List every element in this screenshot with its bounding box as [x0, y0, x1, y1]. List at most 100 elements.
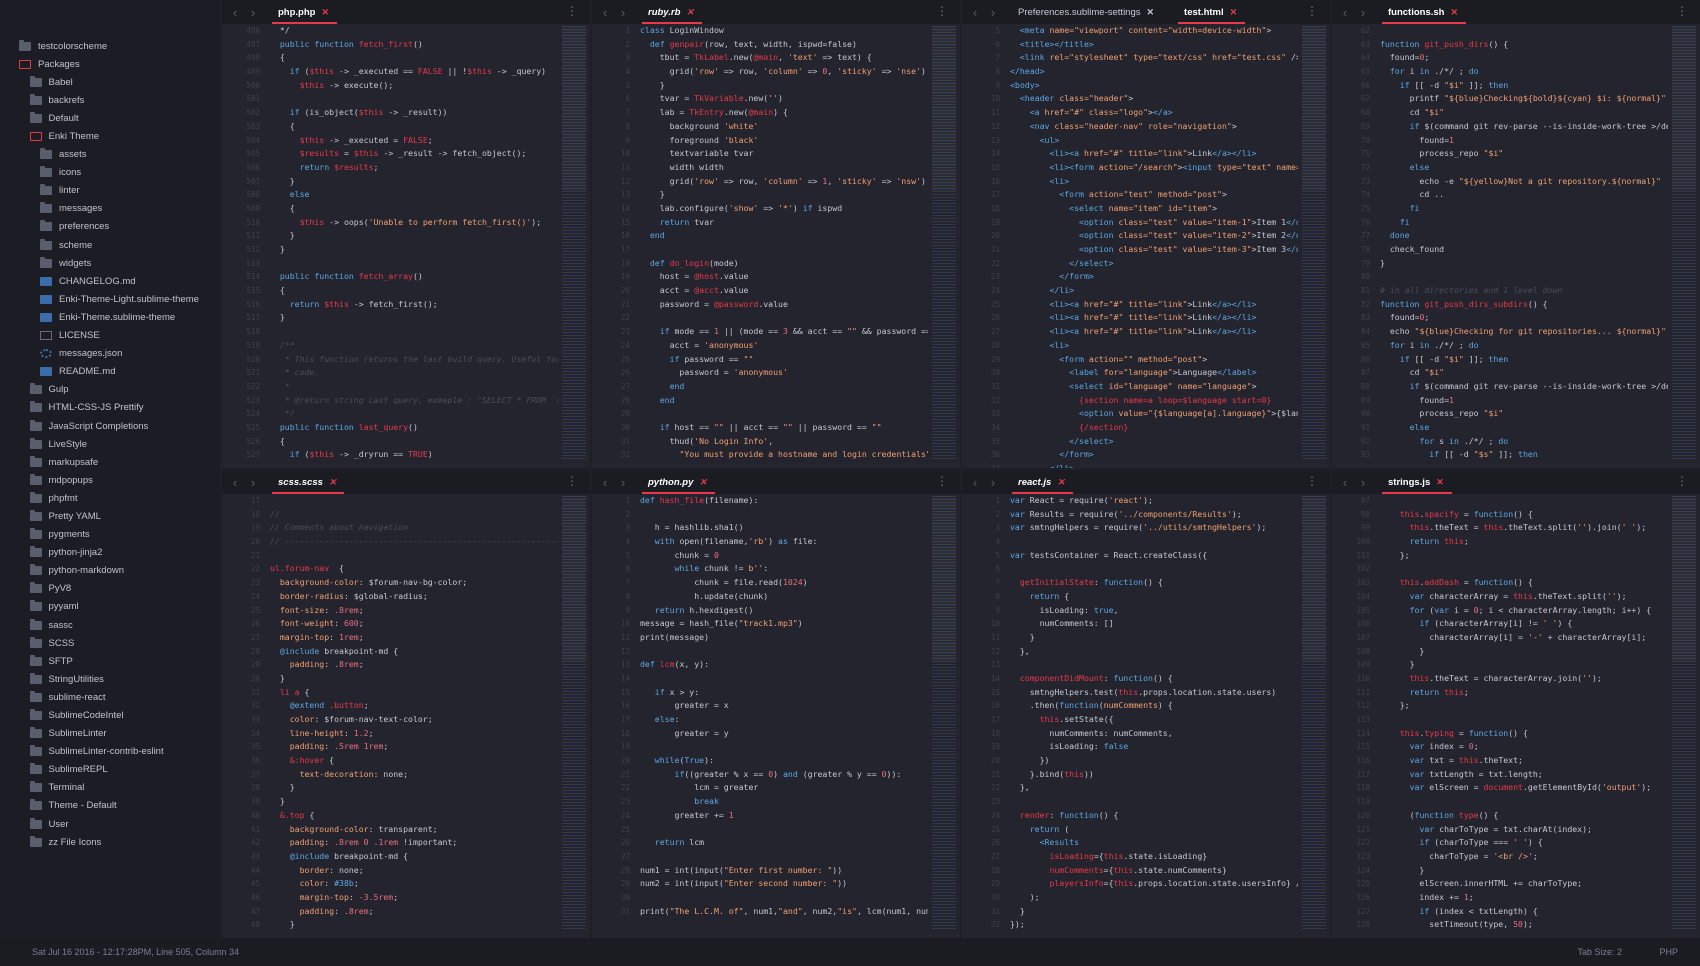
sidebar-item[interactable]: SublimeREPL — [0, 761, 220, 779]
chevron-left-icon[interactable]: ‹ — [966, 475, 984, 490]
code-view[interactable]: */ public function fetch_first() { if ($… — [270, 24, 558, 468]
sidebar-item[interactable]: README.md — [0, 363, 220, 381]
sidebar-item[interactable]: Theme - Default — [0, 797, 220, 815]
sidebar-item[interactable]: SFTP — [0, 652, 220, 670]
sidebar-item[interactable]: StringUtilities — [0, 670, 220, 688]
minimap[interactable] — [1302, 26, 1326, 460]
minimap[interactable] — [932, 496, 956, 930]
sidebar-item[interactable]: LiveStyle — [0, 435, 220, 453]
sidebar-item[interactable]: Gulp — [0, 381, 220, 399]
tab-react-0[interactable]: react.js ✕ — [1002, 470, 1079, 494]
sidebar-item[interactable]: python-jinja2 — [0, 544, 220, 562]
sidebar-item[interactable]: CHANGELOG.md — [0, 272, 220, 290]
sidebar-item[interactable]: preferences — [0, 218, 220, 236]
more-icon[interactable]: ⋮ — [566, 475, 578, 487]
sidebar-item[interactable]: Babel — [0, 73, 220, 91]
chevron-left-icon[interactable]: ‹ — [596, 5, 614, 20]
sidebar-item[interactable]: SublimeCodeIntel — [0, 706, 220, 724]
tab-strings-0[interactable]: strings.js ✕ — [1372, 470, 1458, 494]
chevron-left-icon[interactable]: ‹ — [966, 5, 984, 20]
editor-pane-html[interactable]: ‹ › Preferences.sublime-settings ✕ test.html… — [962, 0, 1330, 468]
sidebar-item[interactable]: Pretty YAML — [0, 507, 220, 525]
more-icon[interactable]: ⋮ — [1676, 5, 1688, 17]
tab-html-0[interactable]: Preferences.sublime-settings ✕ — [1002, 0, 1168, 24]
sidebar-item[interactable]: Enki Theme — [0, 127, 220, 145]
sidebar-item[interactable]: JavaScript Completions — [0, 417, 220, 435]
editor-pane-strings[interactable]: ‹ › strings.js ✕ ⋮ 97 98 99 100 101 102 103 104 105 10… — [1332, 470, 1700, 938]
more-icon[interactable]: ⋮ — [936, 475, 948, 487]
close-icon[interactable]: ✕ — [699, 477, 707, 488]
chevron-left-icon[interactable]: ‹ — [226, 475, 244, 490]
status-syntax[interactable]: PHP — [1659, 947, 1678, 957]
tab-php-0[interactable]: php.php ✕ — [262, 0, 343, 24]
editor-pane-functions[interactable]: ‹ › functions.sh ✕ ⋮ 62 63 64 65 66 67 68 69 70 71 72 73… — [1332, 0, 1700, 468]
sidebar-item[interactable]: SublimeLinter — [0, 725, 220, 743]
code-view[interactable]: <meta name="viewport" content="width=dev… — [1010, 24, 1298, 468]
minimap[interactable] — [562, 496, 586, 930]
more-icon[interactable]: ⋮ — [1306, 5, 1318, 17]
editor-pane-ruby[interactable]: ‹ › ruby.rb ✕ ⋮ 1 2 3 4 5 6 7 8 9 10 11 12 13 14 15 16 17 18 19… — [592, 0, 960, 468]
close-icon[interactable]: ✕ — [686, 7, 694, 18]
sidebar-item[interactable]: LICENSE — [0, 327, 220, 345]
sidebar-item[interactable]: PyV8 — [0, 580, 220, 598]
more-icon[interactable]: ⋮ — [566, 5, 578, 17]
chevron-left-icon[interactable]: ‹ — [596, 475, 614, 490]
sidebar-item[interactable]: pyyaml — [0, 598, 220, 616]
code-view[interactable]: // // Comments about navigation // -------… — [270, 494, 558, 938]
sidebar-item[interactable]: SCSS — [0, 634, 220, 652]
chevron-right-icon[interactable]: › — [984, 5, 1002, 20]
minimap[interactable] — [932, 26, 956, 460]
more-icon[interactable]: ⋮ — [1306, 475, 1318, 487]
sidebar-item[interactable]: linter — [0, 182, 220, 200]
sidebar-item[interactable]: Packages — [0, 55, 220, 73]
close-icon[interactable]: ✕ — [1147, 7, 1155, 18]
chevron-right-icon[interactable]: › — [244, 5, 262, 20]
chevron-right-icon[interactable]: › — [244, 475, 262, 490]
editor-pane-python[interactable]: ‹ › python.py ✕ ⋮ 1 2 3 4 5 6 7 8 9 10 11 12 13 14 15 16 17 18… — [592, 470, 960, 938]
tab-functions-0[interactable]: functions.sh ✕ — [1372, 0, 1472, 24]
editor-pane-react[interactable]: ‹ › react.js ✕ ⋮ 1 2 3 4 5 6 7 8 9 10 11 12 13 14 15 16 17 18 1… — [962, 470, 1330, 938]
sidebar-item[interactable]: phpfmt — [0, 489, 220, 507]
chevron-right-icon[interactable]: › — [614, 5, 632, 20]
more-icon[interactable]: ⋮ — [936, 5, 948, 17]
sidebar-item[interactable]: backrefs — [0, 91, 220, 109]
sidebar-item[interactable]: HTML-CSS-JS Prettify — [0, 399, 220, 417]
sidebar-item[interactable]: mdpopups — [0, 471, 220, 489]
chevron-left-icon[interactable]: ‹ — [1336, 475, 1354, 490]
sidebar-item[interactable]: Enki-Theme-Light.sublime-theme — [0, 290, 220, 308]
sidebar-item[interactable]: markupsafe — [0, 453, 220, 471]
minimap[interactable] — [562, 26, 586, 460]
sidebar-item[interactable]: testcolorscheme — [0, 37, 220, 55]
tab-python-0[interactable]: python.py ✕ — [632, 470, 721, 494]
sidebar-item[interactable]: sassc — [0, 616, 220, 634]
sidebar-item[interactable]: python-markdown — [0, 562, 220, 580]
sidebar-item[interactable]: messages.json — [0, 345, 220, 363]
minimap[interactable] — [1672, 26, 1696, 460]
status-tab-size[interactable]: Tab Size: 2 — [1577, 947, 1622, 957]
minimap[interactable] — [1672, 496, 1696, 930]
close-icon[interactable]: ✕ — [1450, 7, 1458, 18]
editor-pane-scss[interactable]: ‹ › scss.scss ✕ ⋮ 17 18 19 20 21 22 23 24 25 26 27 28 29 3… — [222, 470, 590, 938]
sidebar-item[interactable]: SublimeLinter-contrib-eslint — [0, 743, 220, 761]
more-icon[interactable]: ⋮ — [1676, 475, 1688, 487]
close-icon[interactable]: ✕ — [321, 7, 329, 18]
code-view[interactable]: function git_push_dirs() { found=0; for … — [1380, 24, 1668, 468]
sidebar-item[interactable]: Terminal — [0, 779, 220, 797]
chevron-left-icon[interactable]: ‹ — [226, 5, 244, 20]
sidebar-item[interactable]: scheme — [0, 236, 220, 254]
sidebar-item[interactable]: sublime-react — [0, 688, 220, 706]
chevron-right-icon[interactable]: › — [614, 475, 632, 490]
tab-html-1[interactable]: test.html ✕ — [1168, 0, 1251, 24]
tab-scss-0[interactable]: scss.scss ✕ — [262, 470, 350, 494]
code-view[interactable]: this.spacify = function() { this.theText… — [1380, 494, 1668, 938]
sidebar-item[interactable]: zz File Icons — [0, 833, 220, 851]
close-icon[interactable]: ✕ — [1057, 477, 1065, 488]
sidebar-item[interactable]: messages — [0, 200, 220, 218]
close-icon[interactable]: ✕ — [1436, 477, 1444, 488]
chevron-left-icon[interactable]: ‹ — [1336, 5, 1354, 20]
chevron-right-icon[interactable]: › — [1354, 5, 1372, 20]
code-view[interactable]: class LoginWindow def genpair(row, text,… — [640, 24, 928, 468]
editor-pane-php[interactable]: ‹ › php.php ✕ ⋮ 496 497 498 499 500 501 502 503 504 50… — [222, 0, 590, 468]
close-icon[interactable]: ✕ — [329, 477, 337, 488]
sidebar-item[interactable]: widgets — [0, 254, 220, 272]
